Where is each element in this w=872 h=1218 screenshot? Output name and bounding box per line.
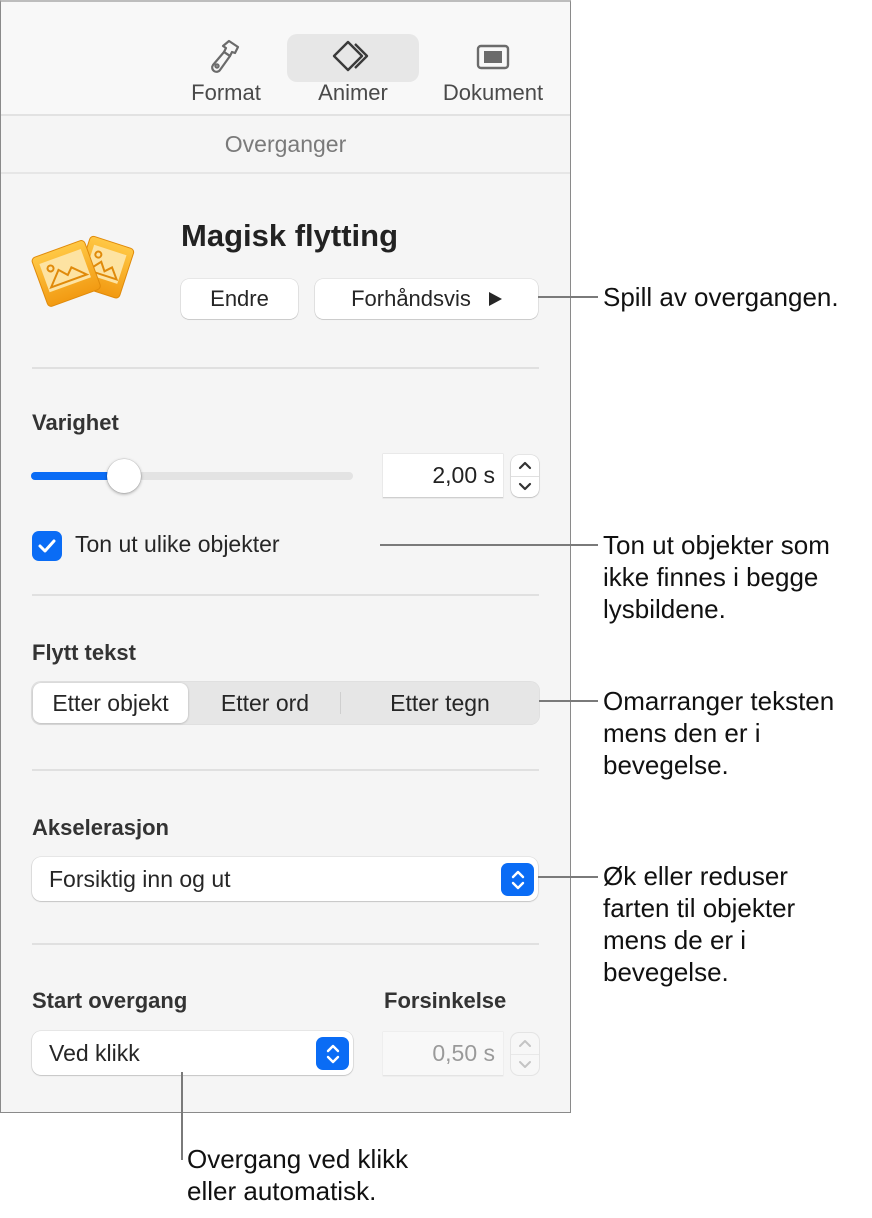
section-tab-overganger[interactable]: Overganger	[1, 116, 570, 174]
chevron-down-icon	[518, 483, 532, 491]
tab-dokument[interactable]: Dokument	[431, 34, 555, 112]
move-text-label: Flytt tekst	[32, 640, 136, 665]
delay-label: Forsinkelse	[384, 988, 507, 1013]
segment-by-object[interactable]: Etter objekt	[33, 683, 188, 723]
preview-button-label: Forhåndsvis	[351, 286, 471, 311]
callout-line	[380, 544, 598, 546]
document-icon	[476, 34, 510, 80]
chevron-up-icon	[518, 461, 532, 469]
segment-by-word[interactable]: Etter ord	[191, 681, 339, 725]
start-transition-value: Ved klikk	[49, 1039, 140, 1066]
animate-diamonds-icon	[331, 34, 375, 80]
play-icon	[488, 292, 502, 306]
tab-animer[interactable]: Animer	[287, 34, 419, 112]
preview-button[interactable]: Forhåndsvis	[315, 279, 538, 319]
callout-acceleration: Øk eller reduser farten til objekter men…	[603, 861, 796, 987]
transition-title: Magisk flytting	[181, 218, 399, 253]
stepper-up-button	[511, 1033, 539, 1055]
tab-animer-label: Animer	[318, 80, 388, 105]
duration-field[interactable]: 2,00 s	[383, 454, 503, 498]
callout-line	[181, 1072, 183, 1160]
inspector-toolbar: Format Animer Dokument	[1, 2, 570, 116]
fade-objects-checkbox[interactable]	[32, 531, 62, 561]
popup-arrows-icon	[501, 863, 534, 896]
delay-stepper	[511, 1033, 539, 1075]
chevron-up-icon	[519, 1039, 531, 1047]
callout-line	[539, 700, 598, 702]
divider	[32, 594, 539, 596]
callout-line	[538, 876, 598, 878]
callout-fade-objects: Ton ut objekter som ikke finnes i begge …	[603, 530, 830, 624]
delay-field: 0,50 s	[383, 1032, 503, 1076]
tab-dokument-label: Dokument	[442, 80, 544, 105]
stepper-up-button[interactable]	[511, 455, 539, 477]
move-text-segmented-control: Etter objekt Etter ord Etter tegn	[31, 681, 540, 725]
acceleration-label: Akselerasjon	[32, 815, 169, 840]
change-transition-button[interactable]: Endre	[181, 279, 298, 319]
checkmark-icon	[38, 539, 56, 553]
inspector-panel: Format Animer Dokument Overganger Magisk…	[0, 0, 571, 1113]
acceleration-popup[interactable]: Forsiktig inn og ut	[32, 857, 538, 901]
start-transition-popup[interactable]: Ved klikk	[32, 1031, 353, 1075]
stepper-down-button[interactable]	[511, 477, 539, 498]
tab-format[interactable]: Format	[181, 34, 271, 112]
change-button-label: Endre	[210, 286, 269, 311]
paintbrush-icon	[209, 34, 243, 80]
start-transition-label: Start overgang	[32, 988, 188, 1013]
callout-line	[538, 296, 598, 298]
segment-by-character[interactable]: Etter tegn	[343, 681, 537, 725]
tab-format-label: Format	[191, 80, 261, 105]
callout-preview: Spill av overgangen.	[603, 282, 839, 312]
divider	[32, 367, 539, 369]
duration-slider[interactable]	[31, 459, 353, 493]
magic-move-photos-icon	[31, 234, 135, 310]
acceleration-value: Forsiktig inn og ut	[49, 865, 231, 892]
divider	[32, 943, 539, 945]
callout-start-transition: Overgang ved klikk eller automatisk.	[187, 1144, 409, 1206]
segment-divider	[340, 692, 341, 714]
duration-stepper[interactable]	[511, 455, 539, 497]
callout-move-text: Omarranger teksten mens den er i bevegel…	[603, 686, 835, 780]
stepper-down-button	[511, 1055, 539, 1076]
divider	[32, 769, 539, 771]
chevron-down-icon	[519, 1061, 531, 1069]
duration-label: Varighet	[32, 410, 119, 435]
fade-objects-label[interactable]: Ton ut ulike objekter	[75, 531, 280, 558]
slider-knob[interactable]	[107, 459, 142, 493]
popup-arrows-icon	[316, 1037, 349, 1070]
